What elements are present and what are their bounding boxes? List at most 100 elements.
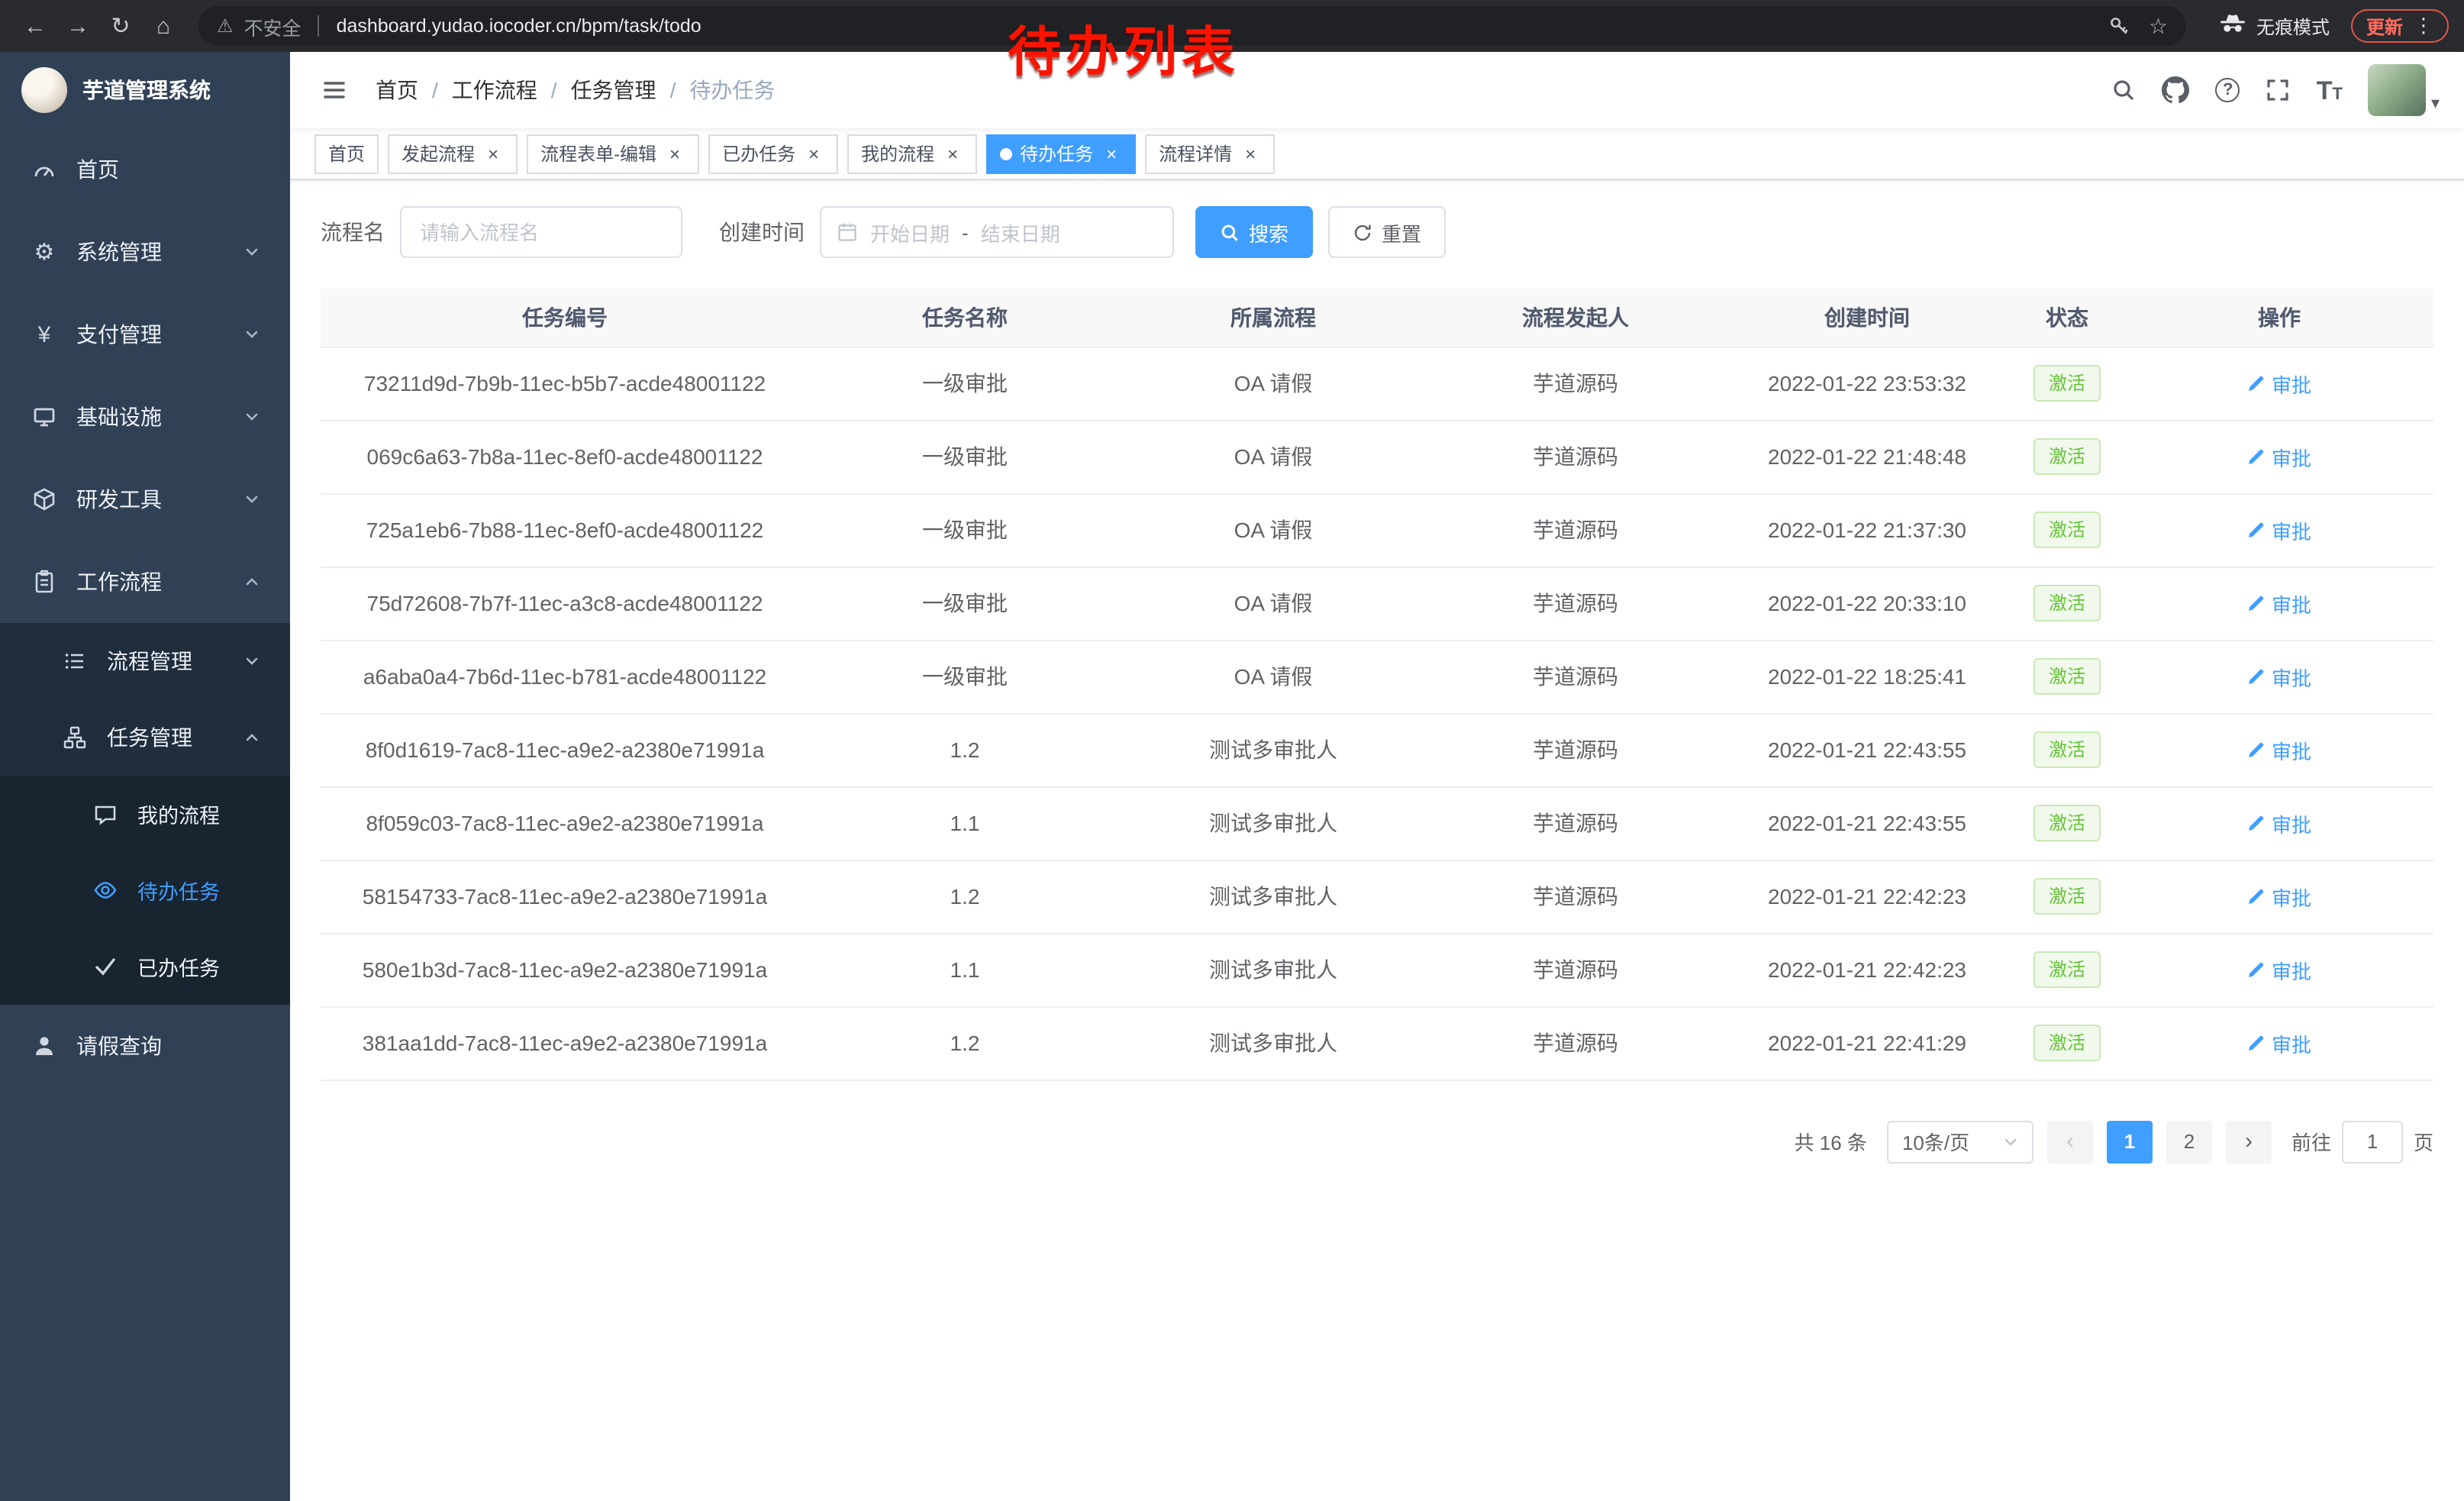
- cell-task-name: 1.2: [809, 860, 1121, 933]
- approve-link[interactable]: 审批: [2247, 515, 2311, 544]
- incognito-icon: [2220, 14, 2246, 38]
- cell-process: OA 请假: [1121, 640, 1426, 713]
- approve-link[interactable]: 审批: [2247, 662, 2311, 691]
- github-icon[interactable]: [2162, 76, 2190, 104]
- search-button[interactable]: 搜索: [1195, 206, 1313, 258]
- tab-process-form-edit[interactable]: 流程表单-编辑 ×: [527, 134, 699, 173]
- bookmark-star-icon[interactable]: ☆: [2149, 13, 2168, 39]
- tab-start-process[interactable]: 发起流程 ×: [388, 134, 518, 173]
- prev-page-button[interactable]: ‹: [2047, 1120, 2093, 1163]
- edit-icon: [2247, 447, 2266, 466]
- cell-actions: 审批: [2125, 933, 2433, 1006]
- forward-icon[interactable]: →: [58, 6, 98, 46]
- tab-home[interactable]: 首页: [314, 134, 379, 173]
- range-separator: -: [962, 221, 969, 244]
- sidebar-item-done-task[interactable]: 已办任务: [0, 928, 290, 1005]
- page-button-2[interactable]: 2: [2166, 1120, 2212, 1163]
- home-icon[interactable]: ⌂: [144, 6, 183, 46]
- tab-done-task[interactable]: 已办任务 ×: [708, 134, 838, 173]
- breadcrumb-home[interactable]: 首页: [376, 75, 418, 105]
- edit-icon: [2247, 960, 2266, 979]
- approve-link[interactable]: 审批: [2247, 955, 2311, 984]
- sidebar-item-devtools[interactable]: 研发工具: [0, 458, 290, 541]
- approve-link[interactable]: 审批: [2247, 369, 2311, 398]
- security-label[interactable]: 不安全: [244, 11, 302, 40]
- search-icon[interactable]: [2112, 78, 2137, 102]
- tab-todo-task[interactable]: 待办任务 ×: [986, 134, 1136, 173]
- status-badge: 激活: [2033, 585, 2101, 621]
- approve-link[interactable]: 审批: [2247, 882, 2311, 911]
- cell-task-id: a6aba0a4-7b6d-11ec-b781-acde48001122: [321, 640, 809, 713]
- browser-update-button[interactable]: 更新 ⋮: [2351, 9, 2449, 43]
- sidebar-item-leave-query[interactable]: 请假查询: [0, 1005, 290, 1087]
- logo-avatar: [21, 67, 67, 113]
- close-icon[interactable]: ×: [803, 143, 824, 164]
- browser-menu-icon[interactable]: ⋮: [2414, 14, 2433, 38]
- goto-page-input[interactable]: [2342, 1120, 2403, 1163]
- close-icon[interactable]: ×: [1101, 143, 1122, 164]
- page-size-select[interactable]: 10条/页: [1887, 1120, 2033, 1163]
- date-range-picker[interactable]: 开始日期 - 结束日期: [820, 206, 1174, 258]
- sidebar-item-payment[interactable]: ¥ 支付管理: [0, 293, 290, 376]
- cell-task-name: 一级审批: [809, 420, 1121, 493]
- reload-icon[interactable]: ↻: [101, 6, 140, 46]
- cell-create-time: 2022-01-21 22:41:29: [1725, 1006, 2009, 1080]
- cell-task-name: 1.1: [809, 786, 1121, 860]
- approve-link[interactable]: 审批: [2247, 735, 2311, 764]
- approve-link[interactable]: 审批: [2247, 809, 2311, 838]
- cell-starter: 芋道源码: [1426, 420, 1725, 493]
- next-page-button[interactable]: ›: [2226, 1120, 2272, 1163]
- app-logo[interactable]: 芋道管理系统: [0, 52, 290, 128]
- end-date-placeholder[interactable]: 结束日期: [981, 218, 1060, 247]
- breadcrumb-task-mgmt[interactable]: 任务管理: [571, 75, 656, 105]
- cell-create-time: 2022-01-21 22:43:55: [1725, 786, 2009, 860]
- edit-icon: [2247, 887, 2266, 905]
- cell-create-time: 2022-01-22 21:48:48: [1725, 420, 2009, 493]
- help-icon[interactable]: ?: [2216, 78, 2240, 102]
- sidebar-toggle-icon[interactable]: [314, 70, 354, 110]
- fullscreen-icon[interactable]: [2266, 78, 2291, 102]
- process-name-input[interactable]: [400, 206, 682, 258]
- cell-task-name: 1.1: [809, 933, 1121, 1006]
- user-avatar[interactable]: [2369, 64, 2427, 116]
- sidebar-item-todo-task[interactable]: 待办任务: [0, 852, 290, 928]
- tab-my-process[interactable]: 我的流程 ×: [847, 134, 977, 173]
- close-icon[interactable]: ×: [942, 143, 963, 164]
- approve-link[interactable]: 审批: [2247, 442, 2311, 471]
- font-size-icon[interactable]: TT: [2317, 77, 2343, 103]
- close-icon[interactable]: ×: [664, 143, 685, 164]
- sidebar-item-system[interactable]: ⚙ 系统管理: [0, 211, 290, 293]
- approve-label: 审批: [2272, 442, 2311, 471]
- approve-label: 审批: [2272, 1028, 2311, 1057]
- close-icon[interactable]: ×: [482, 143, 504, 164]
- tab-process-detail[interactable]: 流程详情 ×: [1145, 134, 1275, 173]
- sidebar-item-my-process[interactable]: 我的流程: [0, 776, 290, 852]
- cell-task-id: 8f0d1619-7ac8-11ec-a9e2-a2380e71991a: [321, 713, 809, 786]
- url-text[interactable]: dashboard.yudao.iocoder.cn/bpm/task/todo: [337, 15, 701, 37]
- screen: ← → ↻ ⌂ ⚠ 不安全 dashboard.yudao.iocoder.cn…: [0, 0, 2464, 1501]
- breadcrumb-workflow[interactable]: 工作流程: [452, 75, 537, 105]
- start-date-placeholder[interactable]: 开始日期: [870, 218, 950, 247]
- edit-icon: [2247, 374, 2266, 392]
- approve-link[interactable]: 审批: [2247, 1028, 2311, 1057]
- cell-process: 测试多审批人: [1121, 933, 1426, 1006]
- reset-button[interactable]: 重置: [1328, 206, 1446, 258]
- sidebar-item-infra[interactable]: 基础设施: [0, 376, 290, 458]
- user-menu[interactable]: ▾: [2369, 64, 2440, 116]
- security-warning-icon: ⚠: [217, 15, 234, 37]
- close-icon[interactable]: ×: [1240, 143, 1261, 164]
- sidebar-item-home[interactable]: 首页: [0, 128, 290, 211]
- approve-link[interactable]: 审批: [2247, 589, 2311, 618]
- header-status: 状态: [2009, 289, 2125, 347]
- password-key-icon[interactable]: [2109, 15, 2130, 37]
- sidebar-item-process-mgmt[interactable]: 流程管理: [0, 623, 290, 699]
- sidebar-item-workflow[interactable]: 工作流程: [0, 541, 290, 623]
- cell-starter: 芋道源码: [1426, 860, 1725, 933]
- address-bar[interactable]: ⚠ 不安全 dashboard.yudao.iocoder.cn/bpm/tas…: [198, 6, 2186, 46]
- cell-process: 测试多审批人: [1121, 860, 1426, 933]
- check-icon: [92, 954, 119, 979]
- page-button-1[interactable]: 1: [2107, 1120, 2153, 1163]
- back-icon[interactable]: ←: [15, 6, 55, 46]
- sidebar-item-task-mgmt[interactable]: 任务管理: [0, 699, 290, 776]
- approve-label: 审批: [2272, 662, 2311, 691]
